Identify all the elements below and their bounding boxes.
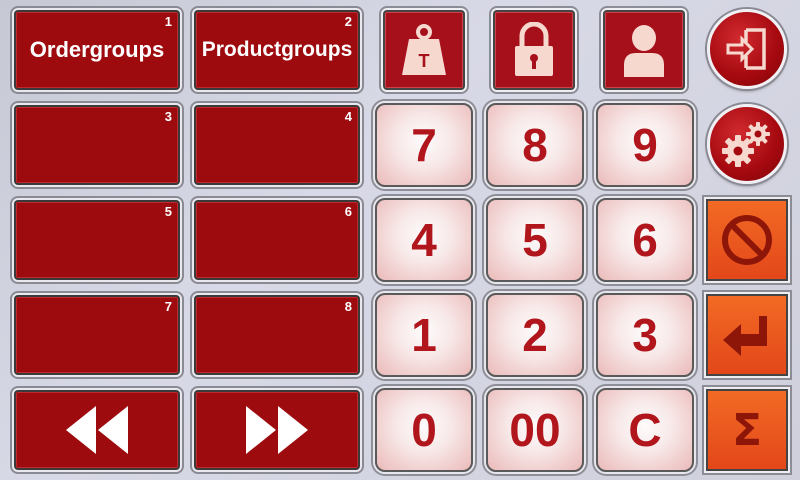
group-button-number: 6 [344,204,352,219]
weight-icon-label: T [419,51,430,71]
enter-return-icon [723,316,767,356]
key-clear[interactable]: C [596,388,694,472]
group-button-number: 5 [164,204,172,219]
group-button-ordergroups[interactable]: Ordergroups 1 [14,10,180,90]
group-button-number: 4 [344,109,352,124]
previous-page-button[interactable] [14,390,180,470]
group-button-7[interactable]: 7 [14,295,180,375]
key-8[interactable]: 8 [486,103,584,187]
group-button-6[interactable]: 6 [194,200,360,280]
lock-button[interactable] [493,10,575,90]
next-page-button[interactable] [194,390,360,470]
key-7[interactable]: 7 [375,103,473,187]
group-button-5[interactable]: 5 [14,200,180,280]
group-button-8[interactable]: 8 [194,295,360,375]
group-button-number: 3 [164,109,172,124]
settings-button[interactable] [707,104,787,184]
key-3[interactable]: 3 [596,293,694,377]
key-00[interactable]: 00 [486,388,584,472]
group-button-3[interactable]: 3 [14,105,180,185]
tare-weight-button[interactable]: T [383,10,465,90]
key-4[interactable]: 4 [375,198,473,282]
group-button-number: 1 [164,14,172,29]
no-entry-icon [722,215,772,265]
key-6[interactable]: 6 [596,198,694,282]
padlock-icon [515,22,553,76]
group-button-label: Productgroups [201,38,353,61]
key-5[interactable]: 5 [486,198,584,282]
weight-tare-icon: T [402,24,446,75]
group-button-label: Ordergroups [29,37,165,62]
user-icon [624,25,664,77]
user-button[interactable] [603,10,685,90]
double-left-arrow-icon [66,406,128,454]
group-button-number: 8 [344,299,352,314]
key-9[interactable]: 9 [596,103,694,187]
settings-gears-icon [722,122,770,167]
sum-icon: Σ [731,404,763,456]
key-2[interactable]: 2 [486,293,584,377]
key-1[interactable]: 1 [375,293,473,377]
enter-button[interactable] [706,294,788,376]
cancel-button[interactable] [706,199,788,281]
exit-door-icon [726,28,766,70]
double-right-arrow-icon [246,406,308,454]
key-0[interactable]: 0 [375,388,473,472]
group-button-4[interactable]: 4 [194,105,360,185]
group-button-number: 2 [344,14,352,29]
group-button-productgroups[interactable]: Productgroups 2 [194,10,360,90]
sum-button[interactable]: Σ [706,389,788,471]
exit-button[interactable] [707,9,787,89]
group-button-number: 7 [164,299,172,314]
